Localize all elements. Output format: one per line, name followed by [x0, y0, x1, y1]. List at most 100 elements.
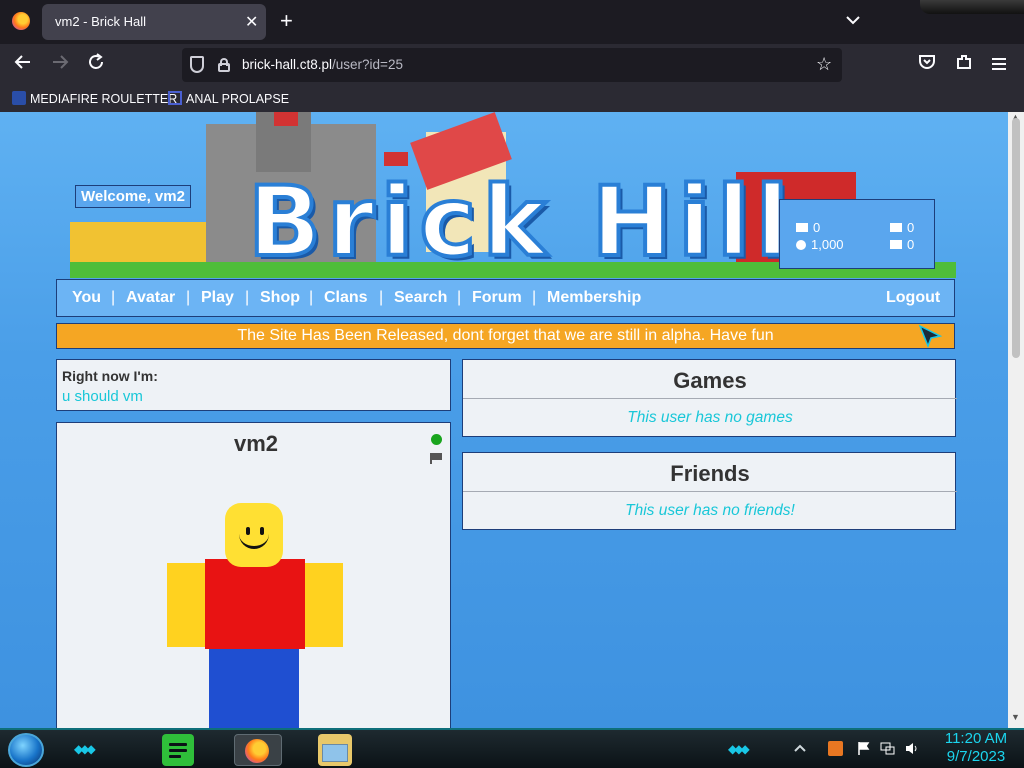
avatar-right-arm	[303, 563, 343, 647]
new-tab-button[interactable]: +	[280, 8, 293, 34]
bookmark-star-icon[interactable]: ☆	[816, 54, 832, 75]
back-arrow-icon[interactable]	[10, 52, 36, 78]
nav-separator: |	[532, 289, 537, 306]
url-text[interactable]: brick-hall.ct8.pl/user?id=25	[242, 57, 403, 72]
currency-panel: 0 1,000 0 0	[779, 199, 935, 269]
nav-avatar[interactable]: Avatar	[126, 289, 175, 307]
nav-play[interactable]: Play	[201, 289, 234, 307]
menu-hamburger-icon[interactable]	[986, 52, 1012, 78]
nav-you[interactable]: You	[72, 289, 101, 307]
start-orb-icon[interactable]	[8, 733, 44, 767]
games-title: Games	[673, 368, 747, 393]
banner-flag	[384, 152, 408, 166]
nav-shop[interactable]: Shop	[260, 289, 300, 307]
browser-nav-bar: brick-hall.ct8.pl/user?id=25 ☆	[0, 44, 1024, 86]
volume-icon[interactable]	[905, 741, 920, 756]
online-status-icon	[431, 434, 442, 445]
nav-logout[interactable]: Logout	[886, 289, 940, 307]
nav-separator: |	[245, 289, 250, 306]
browser-tab-bar: vm2 - Brick Hall ✕ +	[0, 0, 1024, 44]
taskbar-decoration: ◆◆◆	[728, 742, 750, 756]
tab-title: vm2 - Brick Hall	[55, 14, 147, 29]
messages-count[interactable]: 0	[890, 220, 914, 235]
url-bar[interactable]: brick-hall.ct8.pl/user?id=25 ☆	[182, 48, 842, 82]
friends-title: Friends	[670, 461, 750, 486]
url-path: /user?id=25	[332, 57, 403, 72]
banner-flag	[274, 112, 298, 126]
tray-app-icon[interactable]	[828, 741, 843, 756]
site-nav: You | Avatar | Play | Shop | Clans | Sea…	[56, 279, 955, 317]
web-page: Brick Hill Welcome, vm2 0 1,000 0 0 You …	[0, 112, 1008, 728]
nav-separator: |	[186, 289, 191, 306]
status-box: Right now I'm: u should vm	[56, 359, 451, 411]
games-empty-text: This user has no games	[627, 409, 793, 426]
window-decoration	[920, 0, 1024, 14]
file-explorer-icon[interactable]	[318, 734, 352, 766]
tray-overflow-icon[interactable]	[793, 741, 808, 756]
bookmark-page-icon	[168, 91, 182, 105]
nav-separator: |	[309, 289, 314, 306]
avatar-legs	[209, 649, 299, 728]
network-icon[interactable]	[880, 741, 895, 756]
bookmark-label: ANAL PROLAPSE	[186, 92, 290, 106]
profile-card: vm2	[56, 422, 451, 728]
friend-requests-value: 0	[907, 237, 915, 252]
report-flag-icon[interactable]	[430, 453, 443, 464]
nav-membership[interactable]: Membership	[547, 289, 641, 307]
status-value: u should vm	[62, 388, 143, 405]
nav-search[interactable]: Search	[394, 289, 447, 307]
page-scrollbar[interactable]: ▲ ▼	[1008, 112, 1024, 728]
bookmark-anal-prolapse[interactable]: ANAL PROLAPSE	[168, 90, 289, 108]
site-logo[interactable]: Brick Hill	[246, 170, 795, 274]
site-alert-banner: The Site Has Been Released, dont forget …	[56, 323, 955, 349]
games-panel: Games This user has no games	[462, 359, 957, 437]
tab-list-chevron-icon[interactable]	[846, 12, 860, 28]
friends-panel: Friends This user has no friends!	[462, 452, 957, 530]
clock-time: 11:20 AM	[944, 730, 1008, 747]
tab-close-button[interactable]: ✕	[245, 12, 258, 32]
nav-clans[interactable]: Clans	[324, 289, 368, 307]
divider	[463, 398, 957, 399]
scrollbar-thumb[interactable]	[1012, 118, 1020, 358]
lock-icon[interactable]	[218, 58, 230, 72]
mouse-cursor-icon	[918, 324, 943, 349]
envelope-icon	[890, 223, 902, 232]
browser-tab[interactable]: vm2 - Brick Hall ✕	[42, 4, 266, 40]
bits-icon	[796, 240, 806, 250]
bookmark-mediafire[interactable]: MEDIAFIRE ROULETTER	[12, 90, 177, 108]
avatar-left-arm	[167, 563, 207, 647]
avatar-torso	[205, 559, 305, 649]
mediafire-bookmark-icon	[12, 91, 26, 105]
forward-arrow-icon[interactable]	[47, 52, 73, 78]
status-label: Right now I'm:	[62, 368, 158, 384]
nav-separator: |	[457, 289, 462, 306]
bucks-icon	[796, 223, 808, 232]
avatar-render	[167, 503, 357, 728]
notes-app-icon[interactable]	[162, 734, 194, 766]
extensions-icon[interactable]	[951, 52, 977, 78]
bits-count[interactable]: 1,000	[796, 237, 844, 252]
reload-icon[interactable]	[83, 52, 109, 78]
bucks-count[interactable]: 0	[796, 220, 820, 235]
nav-separator: |	[111, 289, 116, 306]
divider	[463, 491, 957, 492]
pocket-icon[interactable]	[914, 52, 940, 78]
nav-separator: |	[379, 289, 384, 306]
taskbar-clock[interactable]: 11:20 AM 9/7/2023	[936, 730, 1016, 766]
messages-value: 0	[907, 220, 915, 235]
action-center-flag-icon[interactable]	[856, 741, 871, 756]
clock-date: 9/7/2023	[946, 748, 1006, 765]
os-taskbar: ◆◆◆ ◆◆◆ 11:20 AM 9/7/2023	[0, 728, 1024, 768]
welcome-label: Welcome, vm2	[75, 185, 191, 208]
bucks-value: 0	[813, 220, 821, 235]
firefox-taskbar-icon[interactable]	[234, 734, 282, 766]
friend-requests-count[interactable]: 0	[890, 237, 914, 252]
scroll-down-arrow-icon[interactable]: ▼	[1011, 712, 1020, 722]
nav-forum[interactable]: Forum	[472, 289, 522, 307]
bookmark-label: MEDIAFIRE ROULETTER	[30, 92, 178, 106]
users-icon	[890, 240, 902, 249]
profile-username: vm2	[233, 431, 279, 456]
shield-icon[interactable]	[190, 56, 204, 73]
firefox-icon[interactable]	[12, 12, 30, 30]
bits-value: 1,000	[811, 237, 844, 252]
